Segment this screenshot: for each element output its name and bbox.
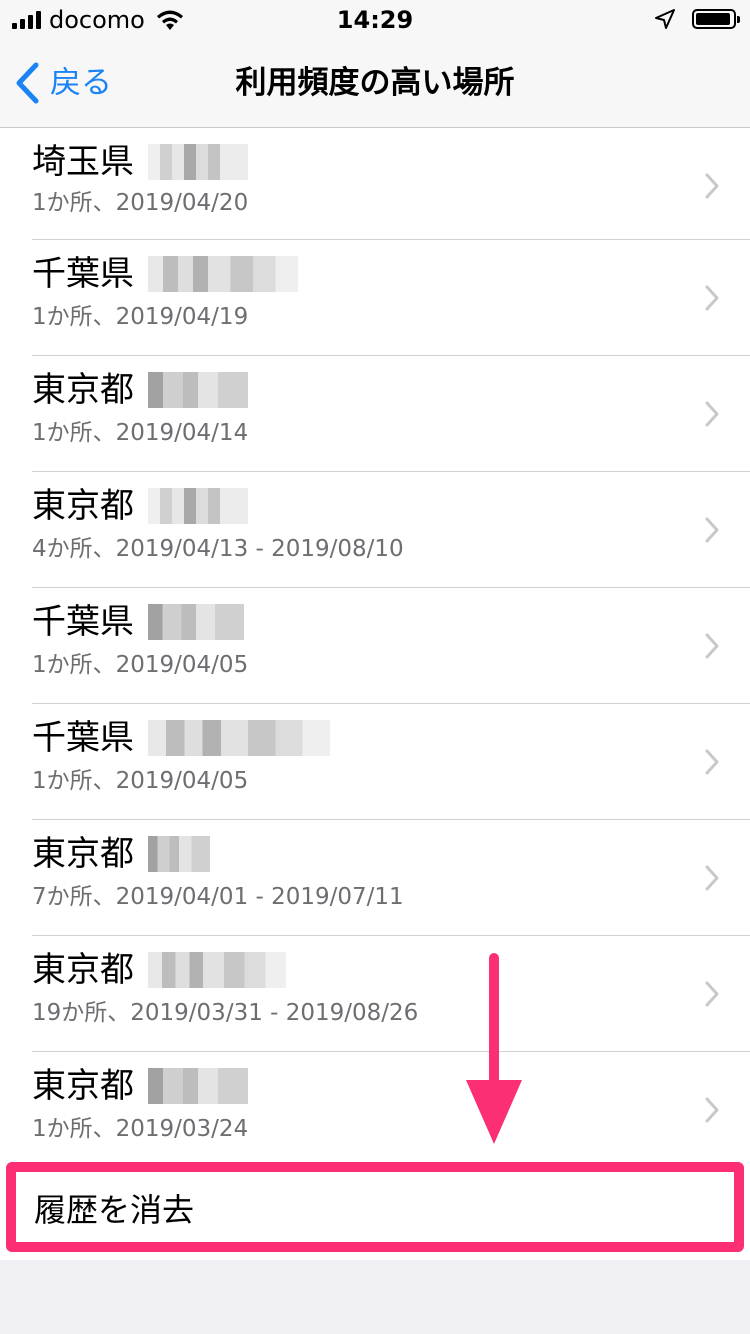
chevron-right-icon (705, 981, 719, 1007)
redacted-address (148, 604, 244, 640)
location-detail: 1か所、2019/04/20 (32, 190, 249, 216)
location-row[interactable]: 千葉県 1か所、2019/04/05 (0, 704, 750, 820)
redacted-address (148, 720, 330, 756)
chevron-right-icon (705, 749, 719, 775)
location-detail: 1か所、2019/04/14 (32, 420, 249, 446)
redacted-address (148, 1068, 248, 1104)
location-prefecture: 東京都 (32, 486, 134, 526)
location-prefecture: 千葉県 (32, 602, 134, 642)
location-arrow-icon (655, 9, 675, 29)
chevron-right-icon (705, 173, 719, 199)
row-title: 埼玉県 (32, 140, 248, 184)
row-title: 東京都 (32, 484, 248, 528)
chevron-right-icon (705, 865, 719, 891)
redacted-address (148, 256, 298, 292)
location-detail: 7か所、2019/04/01 - 2019/07/11 (32, 884, 404, 910)
redacted-address (148, 952, 286, 988)
status-time: 14:29 (336, 6, 414, 34)
navigation-bar: 戻る 利用頻度の高い場所 (0, 40, 750, 128)
location-row[interactable]: 東京都 19か所、2019/03/31 - 2019/08/26 (0, 936, 750, 1052)
clear-history-button[interactable]: 履歴を消去 (6, 1162, 744, 1252)
clear-history-label: 履歴を消去 (34, 1191, 195, 1229)
location-prefecture: 埼玉県 (32, 142, 134, 182)
chevron-right-icon (705, 517, 719, 543)
row-title: 千葉県 (32, 252, 298, 296)
chevron-right-icon (705, 401, 719, 427)
chevron-right-icon (705, 285, 719, 311)
redacted-address (148, 488, 248, 524)
location-detail: 1か所、2019/03/24 (32, 1116, 249, 1142)
location-row[interactable]: 千葉県 1か所、2019/04/05 (0, 588, 750, 704)
location-prefecture: 東京都 (32, 950, 134, 990)
chevron-right-icon (705, 633, 719, 659)
location-row[interactable]: 東京都 7か所、2019/04/01 - 2019/07/11 (0, 820, 750, 936)
down-arrow-icon (466, 953, 522, 1144)
location-detail: 1か所、2019/04/05 (32, 652, 249, 678)
location-row[interactable]: 埼玉県 1か所、2019/04/20 (0, 128, 750, 240)
location-row[interactable]: 東京都 1か所、2019/03/24 (0, 1052, 750, 1168)
clear-history-section: 履歴を消去 (0, 1160, 750, 1260)
row-title: 千葉県 (32, 716, 330, 760)
redacted-address (148, 836, 210, 872)
location-detail: 1か所、2019/04/05 (32, 768, 249, 794)
location-prefecture: 千葉県 (32, 254, 134, 294)
page-title: 利用頻度の高い場所 (235, 65, 515, 101)
location-prefecture: 東京都 (32, 370, 134, 410)
location-detail: 1か所、2019/04/19 (32, 304, 249, 330)
row-title: 千葉県 (32, 600, 244, 644)
redacted-address (148, 372, 248, 408)
status-right (654, 8, 740, 30)
location-row[interactable]: 千葉県 1か所、2019/04/19 (0, 240, 750, 356)
location-prefecture: 千葉県 (32, 718, 134, 758)
status-bar: docomo 14:29 (0, 0, 750, 40)
chevron-right-icon (705, 1097, 719, 1123)
battery-icon (692, 9, 740, 29)
location-prefecture: 東京都 (32, 834, 134, 874)
row-title: 東京都 (32, 948, 286, 992)
location-row[interactable]: 東京都 1か所、2019/04/14 (0, 356, 750, 472)
row-title: 東京都 (32, 1064, 248, 1108)
location-prefecture: 東京都 (32, 1066, 134, 1106)
location-row[interactable]: 東京都 4か所、2019/04/13 - 2019/08/10 (0, 472, 750, 588)
locations-list: 埼玉県 1か所、2019/04/20 千葉県 1か所、2019/04/19 東京… (0, 128, 750, 1168)
location-detail: 4か所、2019/04/13 - 2019/08/10 (32, 536, 404, 562)
location-detail: 19か所、2019/03/31 - 2019/08/26 (32, 1000, 419, 1026)
redacted-address (148, 144, 248, 180)
row-title: 東京都 (32, 832, 210, 876)
row-title: 東京都 (32, 368, 248, 412)
